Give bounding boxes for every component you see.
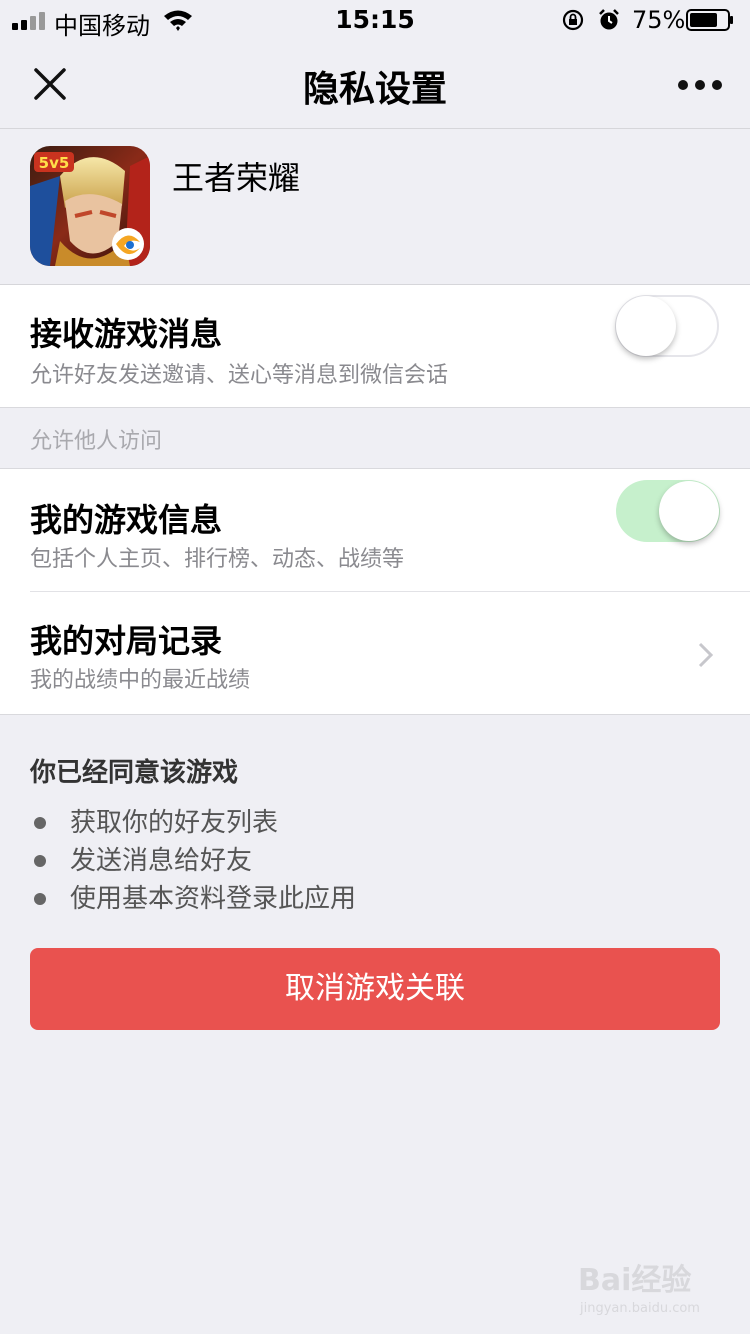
unlink-game-button[interactable]: 取消游戏关联 bbox=[30, 948, 720, 1030]
battery-percent: 75% bbox=[632, 6, 686, 34]
match-records-title: 我的对局记录 bbox=[30, 622, 223, 660]
watermark-text: Bai经验 bbox=[578, 1263, 691, 1298]
game-app-icon: 5v5 bbox=[30, 146, 150, 266]
watermark-url: jingyan.baidu.com bbox=[579, 1301, 700, 1316]
game-info-title: 我的游戏信息 bbox=[30, 501, 223, 539]
more-icon[interactable] bbox=[674, 76, 726, 92]
group-label-allow-access: 允许他人访问 bbox=[30, 429, 163, 454]
access-settings-group: 我的游戏信息 包括个人主页、排行榜、动态、战绩等 我的对局记录 我的战绩中的最近… bbox=[0, 468, 750, 715]
game-icon-badge: 5v5 bbox=[39, 154, 70, 172]
baidu-jingyan-watermark: Bai经验 jingyan.baidu.com bbox=[578, 1263, 700, 1316]
navigation-bar: 隐私设置 bbox=[0, 40, 750, 129]
bullet-icon bbox=[34, 893, 46, 905]
receive-messages-toggle[interactable] bbox=[615, 295, 719, 357]
game-info-subtitle: 包括个人主页、排行榜、动态、战绩等 bbox=[30, 547, 405, 572]
orientation-lock-icon bbox=[562, 9, 584, 31]
battery-icon bbox=[686, 9, 733, 31]
game-header: 5v5 王者荣耀 bbox=[0, 129, 750, 285]
game-name: 王者荣耀 bbox=[172, 159, 301, 197]
bullet-icon bbox=[34, 855, 46, 867]
match-records-subtitle: 我的战绩中的最近战绩 bbox=[30, 668, 251, 693]
agreement-title: 你已经同意该游戏 bbox=[30, 758, 239, 788]
receive-messages-subtitle: 允许好友发送邀请、送心等消息到微信会话 bbox=[30, 363, 449, 388]
status-bar: 中国移动 15:15 75% bbox=[0, 0, 750, 40]
game-info-toggle[interactable] bbox=[616, 480, 720, 542]
page-title: 隐私设置 bbox=[302, 69, 447, 110]
alarm-icon bbox=[599, 9, 619, 30]
bullet-icon bbox=[34, 817, 46, 829]
match-records-cell[interactable]: 我的对局记录 我的战绩中的最近战绩 bbox=[0, 592, 750, 714]
chevron-right-icon bbox=[698, 642, 714, 668]
receive-messages-title: 接收游戏消息 bbox=[30, 315, 223, 353]
receive-messages-cell: 接收游戏消息 允许好友发送邀请、送心等消息到微信会话 bbox=[0, 285, 750, 408]
